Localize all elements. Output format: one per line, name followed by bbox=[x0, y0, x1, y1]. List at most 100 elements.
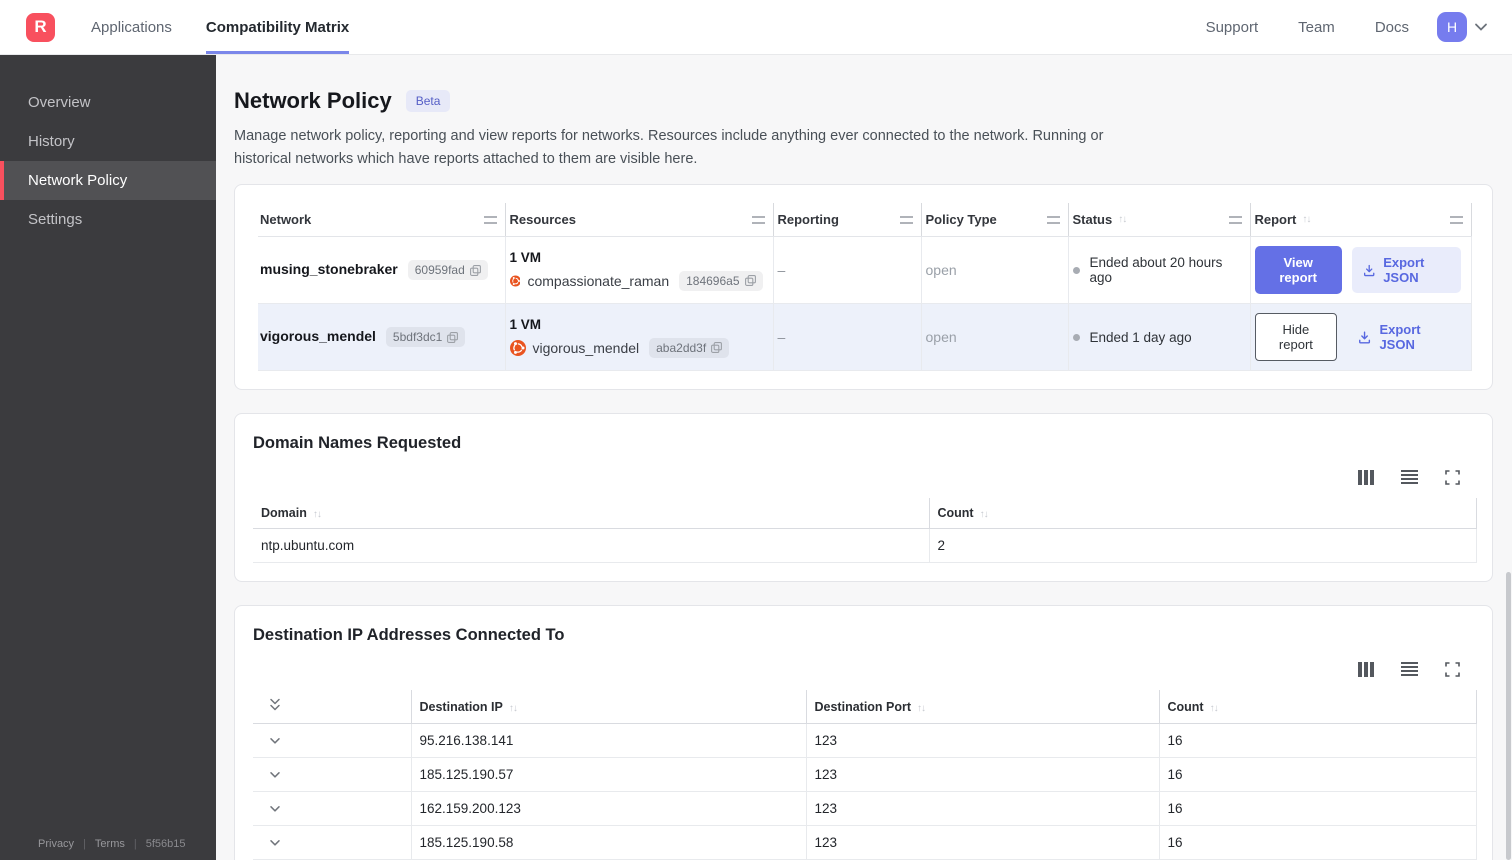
nav-tab-compatibility-matrix[interactable]: Compatibility Matrix bbox=[205, 0, 350, 54]
port-value: 123 bbox=[805, 825, 1159, 860]
sort-icon bbox=[313, 509, 321, 520]
domain-value: ntp.ubuntu.com bbox=[253, 528, 929, 564]
sidebar-item-settings[interactable]: Settings bbox=[0, 200, 216, 239]
divider: | bbox=[83, 838, 86, 850]
column-header-destination-ip[interactable]: Destination IP bbox=[410, 690, 806, 725]
column-header-count[interactable]: Count bbox=[928, 498, 1477, 530]
reporting-value: – bbox=[773, 236, 922, 305]
copy-icon[interactable] bbox=[744, 275, 756, 287]
copy-icon[interactable] bbox=[447, 331, 459, 343]
copy-icon[interactable] bbox=[469, 264, 481, 276]
destination-header-row: Destination IP Destination Port Count bbox=[253, 690, 1477, 725]
expand-all-icon[interactable] bbox=[269, 698, 281, 712]
card-title: Destination IP Addresses Connected To bbox=[253, 626, 565, 645]
sort-icon bbox=[917, 703, 925, 714]
resource-name: vigorous_mendel bbox=[532, 339, 640, 356]
top-navigation: R Applications Compatibility Matrix Supp… bbox=[0, 0, 1512, 55]
resource-name: compassionate_raman bbox=[527, 272, 670, 289]
policy-type-value: open bbox=[921, 236, 1069, 305]
column-header-status[interactable]: Status bbox=[1068, 203, 1251, 238]
nav-link-team[interactable]: Team bbox=[1298, 19, 1335, 36]
download-icon bbox=[1363, 264, 1375, 277]
network-name: vigorous_mendel bbox=[260, 328, 376, 345]
domain-names-card: Domain Names Requested Domain Count ntp.… bbox=[234, 413, 1493, 583]
policy-type-value: open bbox=[921, 303, 1069, 372]
nav-tabs: Applications Compatibility Matrix bbox=[91, 0, 383, 54]
sidebar-item-network-policy[interactable]: Network Policy bbox=[0, 161, 216, 200]
domain-row: ntp.ubuntu.com 2 bbox=[253, 528, 1477, 564]
network-id-badge: 5bdf3dc1 bbox=[385, 327, 466, 348]
status-text: Ended 1 day ago bbox=[1089, 329, 1192, 345]
drag-handle-icon[interactable] bbox=[1449, 215, 1463, 224]
rows-icon[interactable] bbox=[1401, 470, 1418, 485]
drag-handle-icon[interactable] bbox=[751, 215, 765, 224]
page-scrollbar[interactable] bbox=[1506, 572, 1511, 860]
sidebar-item-history[interactable]: History bbox=[0, 122, 216, 161]
sidebar-footer: Privacy | Terms | 5f56b15 bbox=[38, 838, 186, 850]
ubuntu-icon bbox=[509, 275, 521, 287]
copy-icon[interactable] bbox=[711, 342, 723, 354]
nav-link-support[interactable]: Support bbox=[1206, 19, 1259, 36]
columns-icon[interactable] bbox=[1358, 469, 1374, 485]
port-value: 123 bbox=[805, 757, 1159, 793]
network-id-badge: 60959fad bbox=[407, 260, 488, 281]
ip-value: 185.125.190.57 bbox=[410, 757, 806, 793]
domain-header-row: Domain Count bbox=[253, 498, 1477, 530]
count-value: 16 bbox=[1158, 757, 1477, 793]
port-value: 123 bbox=[805, 791, 1159, 827]
column-header-network: Network bbox=[258, 203, 506, 238]
column-header-domain[interactable]: Domain bbox=[253, 498, 929, 530]
avatar[interactable]: H bbox=[1437, 12, 1467, 42]
column-header-resources: Resources bbox=[505, 203, 774, 238]
terms-link[interactable]: Terms bbox=[95, 838, 125, 850]
resource-id-badge: 184696a5 bbox=[679, 270, 763, 291]
page-title: Network Policy bbox=[234, 88, 392, 113]
destination-ips-card: Destination IP Addresses Connected To De… bbox=[234, 605, 1493, 860]
chevron-down-icon[interactable] bbox=[1474, 23, 1488, 32]
expand-row-icon[interactable] bbox=[269, 771, 281, 779]
main-content: Network Policy Beta Manage network polic… bbox=[216, 55, 1512, 860]
expand-row-icon[interactable] bbox=[269, 737, 281, 745]
fullscreen-icon[interactable] bbox=[1445, 470, 1460, 485]
domain-table: Domain Count ntp.ubuntu.com 2 bbox=[253, 498, 1477, 564]
expand-row-icon[interactable] bbox=[269, 839, 281, 847]
sidebar-item-overview[interactable]: Overview bbox=[0, 83, 216, 122]
drag-handle-icon[interactable] bbox=[1228, 215, 1242, 224]
column-header-report[interactable]: Report bbox=[1250, 203, 1472, 238]
nav-link-docs[interactable]: Docs bbox=[1375, 19, 1409, 36]
view-report-button[interactable]: View report bbox=[1254, 246, 1342, 295]
count-value: 16 bbox=[1158, 791, 1477, 827]
hide-report-button[interactable]: Hide report bbox=[1254, 313, 1338, 362]
page-header: Network Policy Beta bbox=[234, 88, 1493, 114]
ip-value: 185.125.190.58 bbox=[410, 825, 806, 860]
count-value: 16 bbox=[1158, 825, 1477, 860]
columns-icon[interactable] bbox=[1358, 661, 1374, 677]
fullscreen-icon[interactable] bbox=[1445, 662, 1460, 677]
export-json-button[interactable]: Export JSON bbox=[1351, 247, 1461, 294]
status-dot bbox=[1072, 266, 1080, 274]
sort-icon bbox=[1118, 214, 1126, 225]
expand-row-icon[interactable] bbox=[269, 805, 281, 813]
status-text: Ended about 20 hours ago bbox=[1089, 255, 1223, 286]
sort-icon bbox=[980, 509, 988, 520]
export-json-button[interactable]: Export JSON bbox=[1347, 314, 1460, 360]
destination-table: Destination IP Destination Port Count 95… bbox=[253, 690, 1477, 860]
count-value: 2 bbox=[928, 528, 1477, 564]
count-value: 16 bbox=[1158, 723, 1477, 759]
privacy-link[interactable]: Privacy bbox=[38, 838, 74, 850]
ip-row: 185.125.190.58 123 16 bbox=[253, 825, 1477, 860]
nav-tab-applications[interactable]: Applications bbox=[91, 0, 172, 54]
network-row: vigorous_mendel 5bdf3dc1 1 VM vigorous_me… bbox=[258, 303, 1472, 372]
ip-row: 185.125.190.57 123 16 bbox=[253, 757, 1477, 793]
column-header-count[interactable]: Count bbox=[1158, 690, 1477, 725]
ubuntu-icon bbox=[509, 339, 526, 356]
drag-handle-icon[interactable] bbox=[483, 215, 497, 224]
drag-handle-icon[interactable] bbox=[899, 215, 913, 224]
build-hash: 5f56b15 bbox=[145, 838, 186, 850]
r-logo[interactable]: R bbox=[26, 12, 55, 42]
sidebar: Overview History Network Policy Settings… bbox=[0, 55, 216, 860]
rows-icon[interactable] bbox=[1401, 662, 1418, 677]
ip-row: 162.159.200.123 123 16 bbox=[253, 791, 1477, 827]
drag-handle-icon[interactable] bbox=[1046, 215, 1060, 224]
column-header-destination-port[interactable]: Destination Port bbox=[805, 690, 1159, 725]
